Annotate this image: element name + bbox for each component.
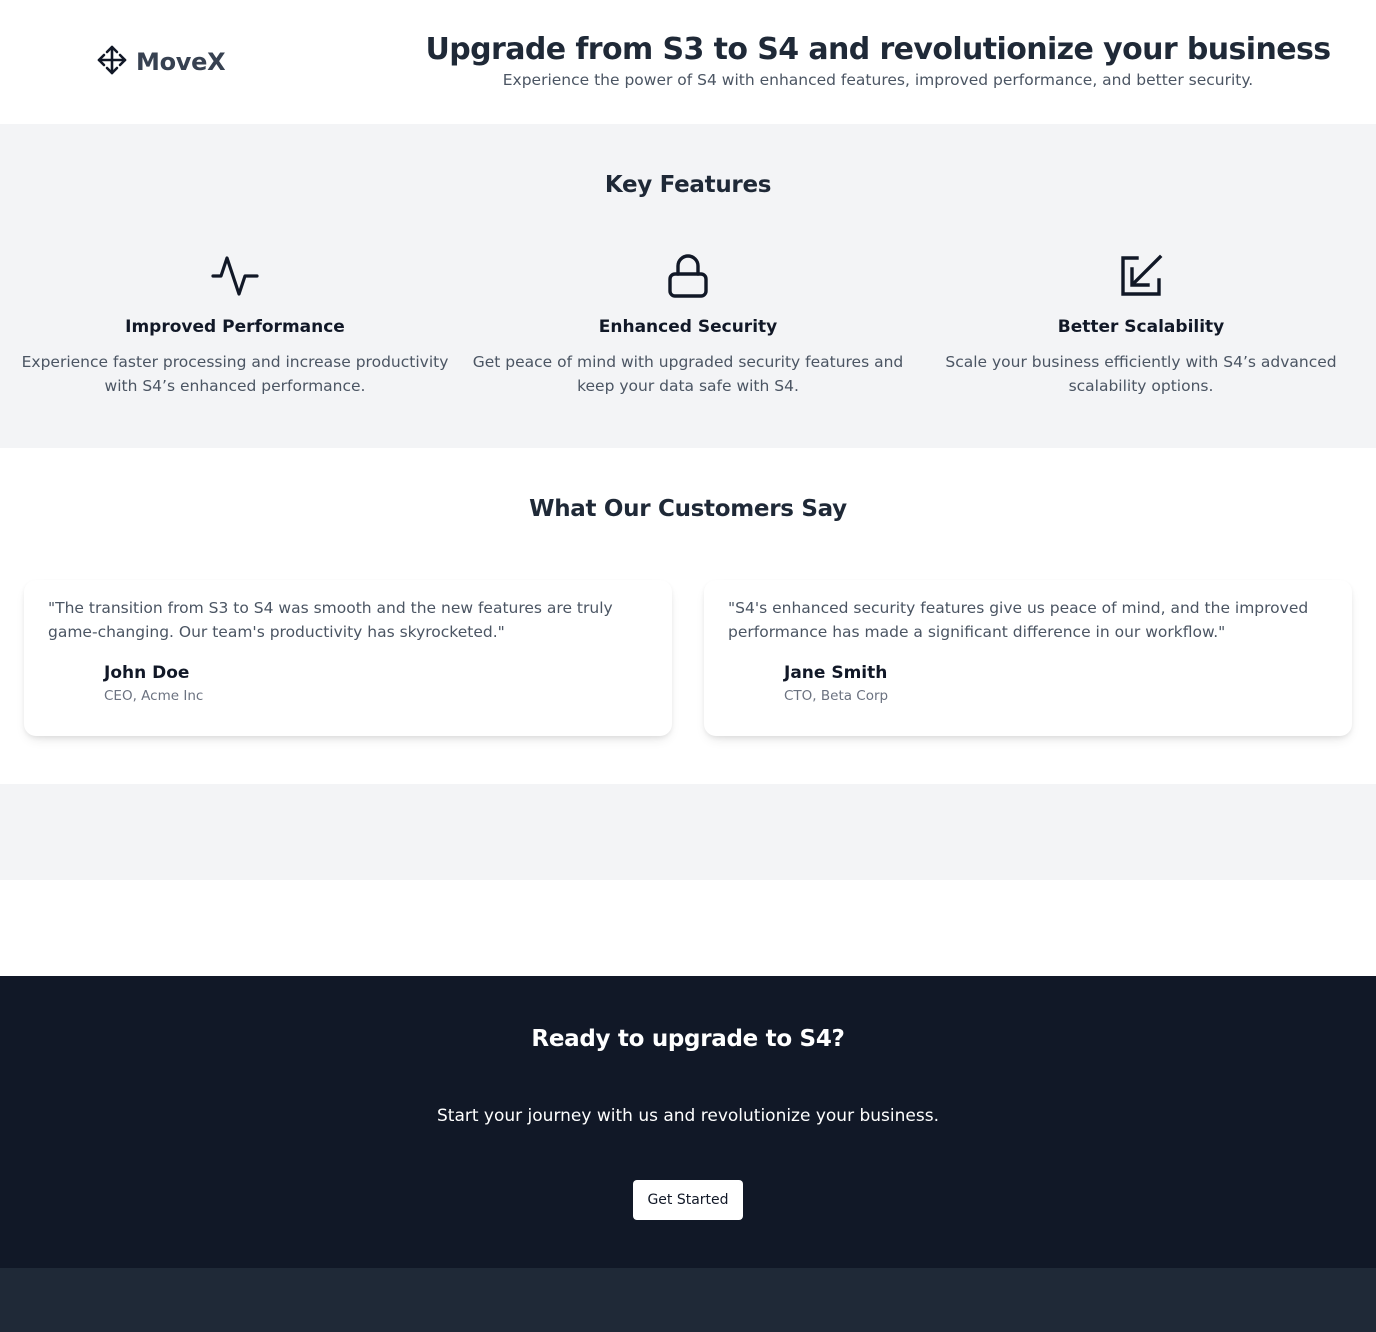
author-role: CTO, Beta Corp: [784, 688, 889, 704]
testimonials-section: What Our Customers Say "The transition f…: [0, 448, 1376, 784]
testimonial-quote: "S4's enhanced security features give us…: [728, 599, 1309, 641]
arrow-down-left-box-icon: [921, 252, 1361, 300]
author-role: CEO, Acme Inc: [104, 688, 204, 704]
lock-icon: [468, 252, 908, 300]
page-subtitle: Experience the power of S4 with enhanced…: [502, 71, 1254, 89]
testimonials-title: What Our Customers Say: [529, 496, 847, 522]
testimonial-card: "The transition from S3 to S4 was smooth…: [24, 580, 672, 736]
author-name: John Doe: [104, 663, 190, 683]
activity-pulse-icon: [15, 252, 455, 300]
logo-text: MoveX: [136, 48, 226, 76]
move-arrows-icon: [96, 44, 128, 80]
testimonial-author: John Doe CEO, Acme Inc: [104, 662, 648, 706]
feature-title: Better Scalability: [1057, 317, 1225, 337]
author-name: Jane Smith: [784, 663, 888, 683]
features-section: Key Features Improved Performance Experi…: [0, 124, 1376, 448]
testimonial-quote: "The transition from S3 to S4 was smooth…: [48, 599, 613, 641]
page-footer: [0, 1268, 1376, 1332]
testimonial-card: "S4's enhanced security features give us…: [704, 580, 1352, 736]
logo[interactable]: MoveX: [96, 44, 226, 80]
empty-section-white: [0, 880, 1376, 976]
feature-description: Scale your business efficiently with S4’…: [945, 353, 1337, 395]
feature-description: Get peace of mind with upgraded security…: [472, 353, 904, 395]
empty-section-gray: [0, 784, 1376, 880]
page-header: MoveX Upgrade from S3 to S4 and revoluti…: [0, 0, 1376, 124]
testimonial-author: Jane Smith CTO, Beta Corp: [784, 662, 1328, 706]
cta-section: Ready to upgrade to S4? Start your journ…: [0, 976, 1376, 1268]
features-title: Key Features: [604, 172, 772, 198]
hero: Upgrade from S3 to S4 and revolutionize …: [420, 30, 1336, 90]
feature-card-security: Enhanced Security Get peace of mind with…: [468, 252, 908, 398]
feature-card-performance: Improved Performance Experience faster p…: [15, 252, 455, 398]
get-started-button[interactable]: Get Started: [633, 1180, 743, 1220]
feature-title: Enhanced Security: [598, 317, 778, 337]
feature-title: Improved Performance: [125, 317, 345, 337]
page-title: Upgrade from S3 to S4 and revolutionize …: [425, 32, 1332, 67]
cta-title: Ready to upgrade to S4?: [531, 1026, 845, 1052]
feature-card-scalability: Better Scalability Scale your business e…: [921, 252, 1361, 398]
cta-subtitle: Start your journey with us and revolutio…: [437, 1106, 939, 1126]
feature-description: Experience faster processing and increas…: [21, 353, 449, 395]
